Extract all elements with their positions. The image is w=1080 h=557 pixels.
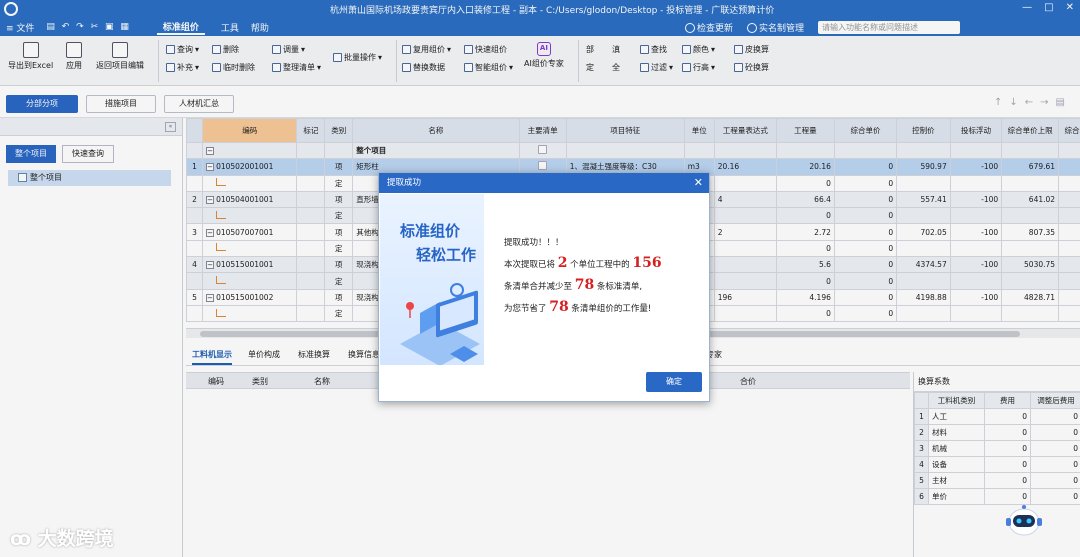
reduced-count: 78 (574, 277, 595, 293)
message-line-3: 为您节省了 78 条清单组价的工作量! (504, 299, 652, 315)
ok-button[interactable]: 确定 (646, 372, 702, 392)
message-line-2: 条清单合并减少至 78 条标准清单, (504, 277, 643, 293)
dialog-message: 提取成功！！！ 本次提取已将 2 个单位工程中的 156 条清单合并减少至 78… (504, 233, 704, 319)
assistant-robot-icon[interactable] (1004, 504, 1044, 540)
dialog-footer: 确定 (380, 365, 708, 400)
extract-success-dialog: 提取成功 ✕ 标准组价 轻松工作 提取成功！！！ 本次提取已将 2 个单位工程中… (378, 172, 710, 402)
saved-count: 78 (549, 299, 569, 315)
watermark-logo: ꝏ 大数跨境 (10, 528, 114, 550)
dialog-close-icon[interactable]: ✕ (694, 173, 703, 193)
message-line-1: 本次提取已将 2 个单位工程中的 156 (504, 255, 662, 271)
dialog-titlebar: 提取成功 ✕ (379, 173, 709, 193)
computer-illustration-icon (400, 283, 480, 366)
dialog-illustration: 标准组价 轻松工作 (380, 194, 484, 367)
lists-count: 156 (632, 255, 662, 271)
units-count: 2 (557, 255, 568, 271)
success-line: 提取成功！！！ (504, 238, 564, 248)
